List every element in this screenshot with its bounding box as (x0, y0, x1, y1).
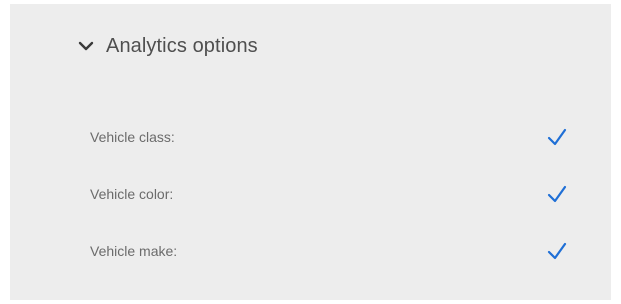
vehicle-color-checkbox[interactable] (544, 181, 570, 207)
vehicle-make-checkbox[interactable] (544, 238, 570, 264)
checkmark-icon (547, 128, 567, 146)
section-title: Analytics options (106, 34, 258, 57)
checkmark-icon (547, 185, 567, 203)
analytics-options-toggle[interactable]: Analytics options (76, 26, 258, 66)
vehicle-class-label: Vehicle class: (90, 129, 175, 145)
analytics-options-panel: Analytics options Vehicle class: Vehicle… (10, 4, 611, 300)
checkmark-icon (547, 242, 567, 260)
chevron-down-icon (76, 36, 96, 56)
vehicle-color-label: Vehicle color: (90, 186, 174, 202)
vehicle-make-label: Vehicle make: (90, 243, 178, 259)
option-row-vehicle-make: Vehicle make: (90, 237, 570, 265)
option-row-vehicle-color: Vehicle color: (90, 180, 570, 208)
option-row-vehicle-class: Vehicle class: (90, 123, 570, 151)
vehicle-class-checkbox[interactable] (544, 124, 570, 150)
